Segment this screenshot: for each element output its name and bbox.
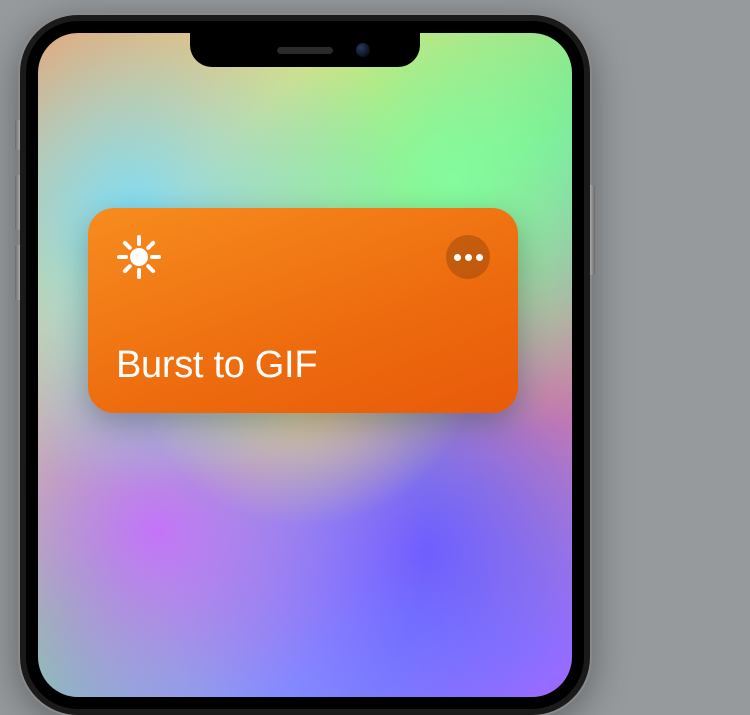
volume-up-button	[15, 175, 20, 230]
volume-down-button	[15, 245, 20, 300]
phone-bezel: Burst to GIF	[26, 21, 584, 709]
shortcut-card[interactable]: Burst to GIF	[88, 208, 518, 413]
shortcut-card-header	[116, 234, 490, 280]
more-options-button[interactable]	[446, 235, 490, 279]
ellipsis-icon	[454, 254, 461, 261]
power-button	[590, 185, 595, 275]
phone-device-frame: Burst to GIF	[20, 15, 590, 715]
phone-screen: Burst to GIF	[38, 33, 572, 697]
display-notch	[190, 33, 420, 67]
front-camera	[356, 43, 370, 57]
shortcut-title: Burst to GIF	[116, 344, 490, 387]
sun-icon	[116, 234, 162, 280]
mute-switch	[15, 120, 20, 150]
earpiece-speaker	[277, 47, 333, 54]
